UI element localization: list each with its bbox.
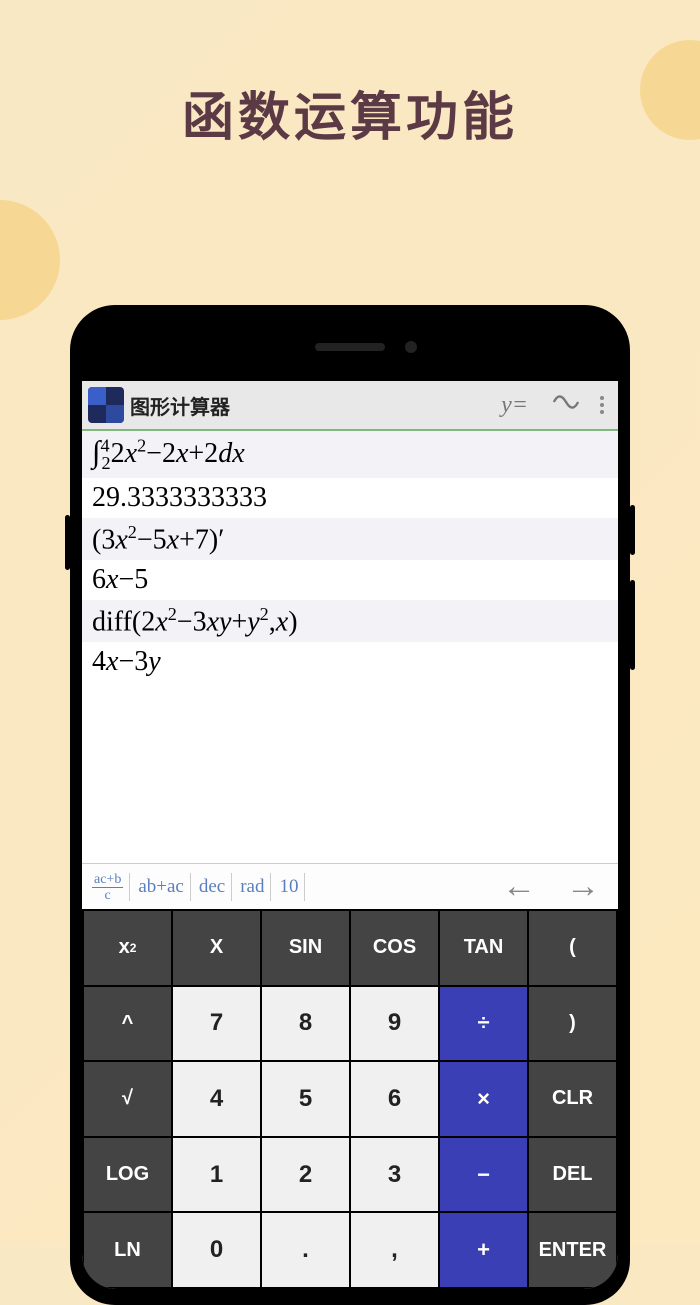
key-dot[interactable]: . <box>262 1213 349 1287</box>
key-power[interactable]: ^ <box>84 987 171 1061</box>
history-result[interactable]: 29.3333333333 <box>82 478 618 518</box>
key-5[interactable]: 5 <box>262 1062 349 1136</box>
rad-mode-button[interactable]: rad <box>234 873 271 901</box>
key-ln[interactable]: LN <box>84 1213 171 1287</box>
key-enter[interactable]: ENTER <box>529 1213 616 1287</box>
key-sin[interactable]: SIN <box>262 911 349 985</box>
cursor-right-button[interactable]: → <box>552 867 614 906</box>
y-equals-button[interactable]: y= <box>489 392 540 419</box>
key-x-squared[interactable]: x2 <box>84 911 171 985</box>
history-expression[interactable]: ∫422x2−2x+2dx <box>82 431 618 478</box>
key-del[interactable]: DEL <box>529 1138 616 1212</box>
history-result[interactable]: 4x−3y <box>82 642 618 682</box>
key-8[interactable]: 8 <box>262 987 349 1061</box>
dec-mode-button[interactable]: dec <box>193 873 232 901</box>
history-expression[interactable]: diff(2x2−3xy+y2,x) <box>82 600 618 642</box>
fraction-mode-button[interactable]: ac+b c <box>86 873 130 901</box>
history-expression[interactable]: (3x2−5x+7)′ <box>82 518 618 560</box>
key-minus[interactable]: − <box>440 1138 527 1212</box>
key-plus[interactable]: + <box>440 1213 527 1287</box>
key-6[interactable]: 6 <box>351 1062 438 1136</box>
key-2[interactable]: 2 <box>262 1138 349 1212</box>
key-0[interactable]: 0 <box>173 1213 260 1287</box>
precision-button[interactable]: 10 <box>273 873 305 901</box>
app-icon <box>88 387 124 423</box>
key-divide[interactable]: ÷ <box>440 987 527 1061</box>
key-x[interactable]: X <box>173 911 260 985</box>
key-clr[interactable]: CLR <box>529 1062 616 1136</box>
expand-mode-button[interactable]: ab+ac <box>132 873 191 901</box>
page-headline: 函数运算功能 <box>0 0 700 150</box>
key-9[interactable]: 9 <box>351 987 438 1061</box>
phone-frame: 图形计算器 y= ∫422x2−2x+2dx 29.3333333333 (3x… <box>70 305 630 1305</box>
key-rparen[interactable]: ) <box>529 987 616 1061</box>
cursor-left-button[interactable]: ← <box>488 867 550 906</box>
key-sqrt[interactable]: √ <box>84 1062 171 1136</box>
calculation-history[interactable]: ∫422x2−2x+2dx 29.3333333333 (3x2−5x+7)′ … <box>82 431 618 863</box>
key-multiply[interactable]: × <box>440 1062 527 1136</box>
key-tan[interactable]: TAN <box>440 911 527 985</box>
key-4[interactable]: 4 <box>173 1062 260 1136</box>
key-3[interactable]: 3 <box>351 1138 438 1212</box>
key-lparen[interactable]: ( <box>529 911 616 985</box>
graph-icon[interactable] <box>540 391 592 420</box>
key-7[interactable]: 7 <box>173 987 260 1061</box>
key-log[interactable]: LOG <box>84 1138 171 1212</box>
history-result[interactable]: 6x−5 <box>82 560 618 600</box>
key-1[interactable]: 1 <box>173 1138 260 1212</box>
overflow-menu-icon[interactable] <box>592 396 612 414</box>
key-cos[interactable]: COS <box>351 911 438 985</box>
mode-bar: ac+b c ab+ac dec rad 10 ← → <box>82 863 618 909</box>
app-bar: 图形计算器 y= <box>82 381 618 431</box>
keypad: x2 X SIN COS TAN ( ^ 7 8 9 ÷ ) √ 4 5 6 ×… <box>82 909 618 1289</box>
app-title: 图形计算器 <box>130 391 489 420</box>
key-comma[interactable]: , <box>351 1213 438 1287</box>
